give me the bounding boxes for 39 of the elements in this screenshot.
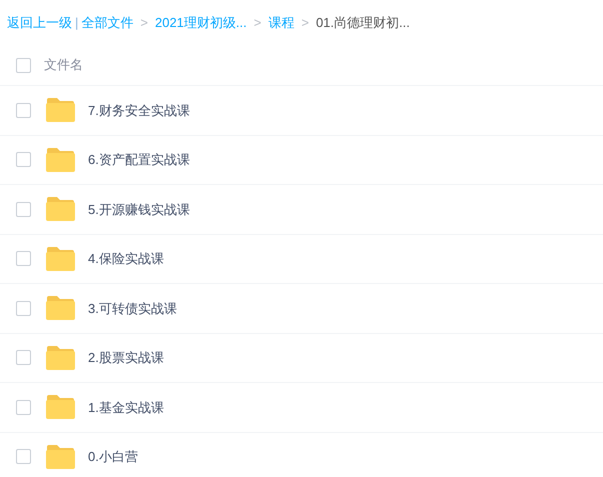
folder-icon [46, 98, 75, 122]
divider: | [75, 14, 78, 32]
file-name: 1.基金实战课 [88, 398, 164, 416]
file-row[interactable]: 4.保险实战课 [0, 234, 603, 284]
checkbox[interactable] [16, 58, 31, 72]
file-row[interactable]: 3.可转债实战课 [0, 284, 603, 334]
checkbox[interactable] [16, 251, 31, 266]
checkbox[interactable] [16, 152, 31, 168]
file-row[interactable]: 6.资产配置实战课 [0, 136, 603, 185]
chevron-separator: > [254, 14, 262, 32]
file-name: 0.小白营 [88, 448, 138, 466]
file-row[interactable]: 2.股票实战课 [0, 334, 603, 383]
checkbox[interactable] [16, 102, 31, 118]
file-name: 7.财务安全实战课 [88, 102, 190, 120]
chevron-separator: > [140, 14, 148, 32]
folder-icon [46, 346, 75, 370]
folder-icon [46, 197, 75, 222]
folder-icon [46, 395, 75, 420]
folder-icon [46, 148, 75, 172]
checkbox[interactable] [16, 400, 31, 415]
file-row[interactable]: 5.开源赚钱实战课 [0, 185, 603, 234]
column-header: 文件名 [44, 56, 83, 74]
checkbox[interactable] [16, 202, 31, 217]
folder-icon [46, 246, 75, 271]
file-row[interactable]: 7.财务安全实战课 [0, 86, 603, 136]
folder-icon [46, 444, 75, 469]
file-name: 3.可转债实战课 [88, 300, 177, 318]
file-name: 6.资产配置实战课 [88, 151, 190, 169]
file-row[interactable]: 1.基金实战课 [0, 383, 603, 432]
file-name: 5.开源赚钱实战课 [88, 200, 190, 218]
checkbox[interactable] [16, 449, 31, 464]
file-row[interactable]: 0.小白营 [0, 432, 603, 477]
checkbox[interactable] [16, 350, 31, 366]
file-name: 4.保险实战课 [88, 250, 164, 268]
folder-icon [46, 296, 75, 320]
breadcrumb-link[interactable]: 01.尚德理财初... [316, 12, 410, 32]
checkbox[interactable] [16, 300, 31, 316]
chevron-separator: > [301, 14, 309, 32]
file-name: 2.股票实战课 [88, 349, 164, 367]
